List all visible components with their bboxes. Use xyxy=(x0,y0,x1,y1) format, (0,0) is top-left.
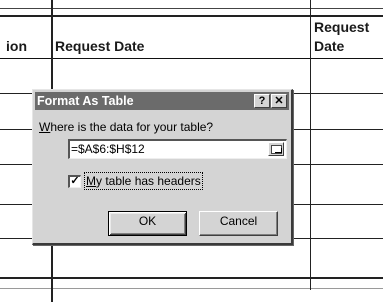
column-header: Request Date xyxy=(55,38,145,54)
format-as-table-dialog: Format As Table ? ✕ Where is the data fo… xyxy=(32,89,293,245)
collapse-dialog-button[interactable] xyxy=(268,142,284,156)
arrow-icon xyxy=(275,148,282,153)
gridline xyxy=(310,0,311,290)
range-prompt-label: Where is the data for your table? xyxy=(39,120,214,134)
column-header: Request xyxy=(314,19,370,35)
ok-button[interactable]: OK xyxy=(108,211,187,236)
table-range-input[interactable]: =$A$6:$H$12 xyxy=(68,139,287,159)
help-icon: ? xyxy=(258,95,266,107)
gridline xyxy=(0,8,383,9)
column-header: ion xyxy=(6,38,27,54)
gridline xyxy=(0,288,383,289)
gridline xyxy=(0,58,383,59)
column-header: Date xyxy=(314,38,345,54)
range-value: =$A$6:$H$12 xyxy=(71,142,145,156)
close-icon: ✕ xyxy=(274,95,284,107)
gridline xyxy=(0,15,383,17)
dialog-title: Format As Table xyxy=(37,94,134,108)
help-button[interactable]: ? xyxy=(254,94,270,108)
cancel-button[interactable]: Cancel xyxy=(199,211,278,236)
close-button[interactable]: ✕ xyxy=(271,94,287,108)
gridline xyxy=(0,277,383,279)
has-headers-label[interactable]: My table has headers xyxy=(84,172,203,190)
range-prompt-rest: here is the data for your table? xyxy=(50,120,214,134)
dialog-titlebar[interactable]: Format As Table ? ✕ xyxy=(35,92,289,110)
has-headers-label-rest: y table has headers xyxy=(96,174,201,188)
has-headers-checkbox[interactable]: ✓ xyxy=(68,175,81,188)
